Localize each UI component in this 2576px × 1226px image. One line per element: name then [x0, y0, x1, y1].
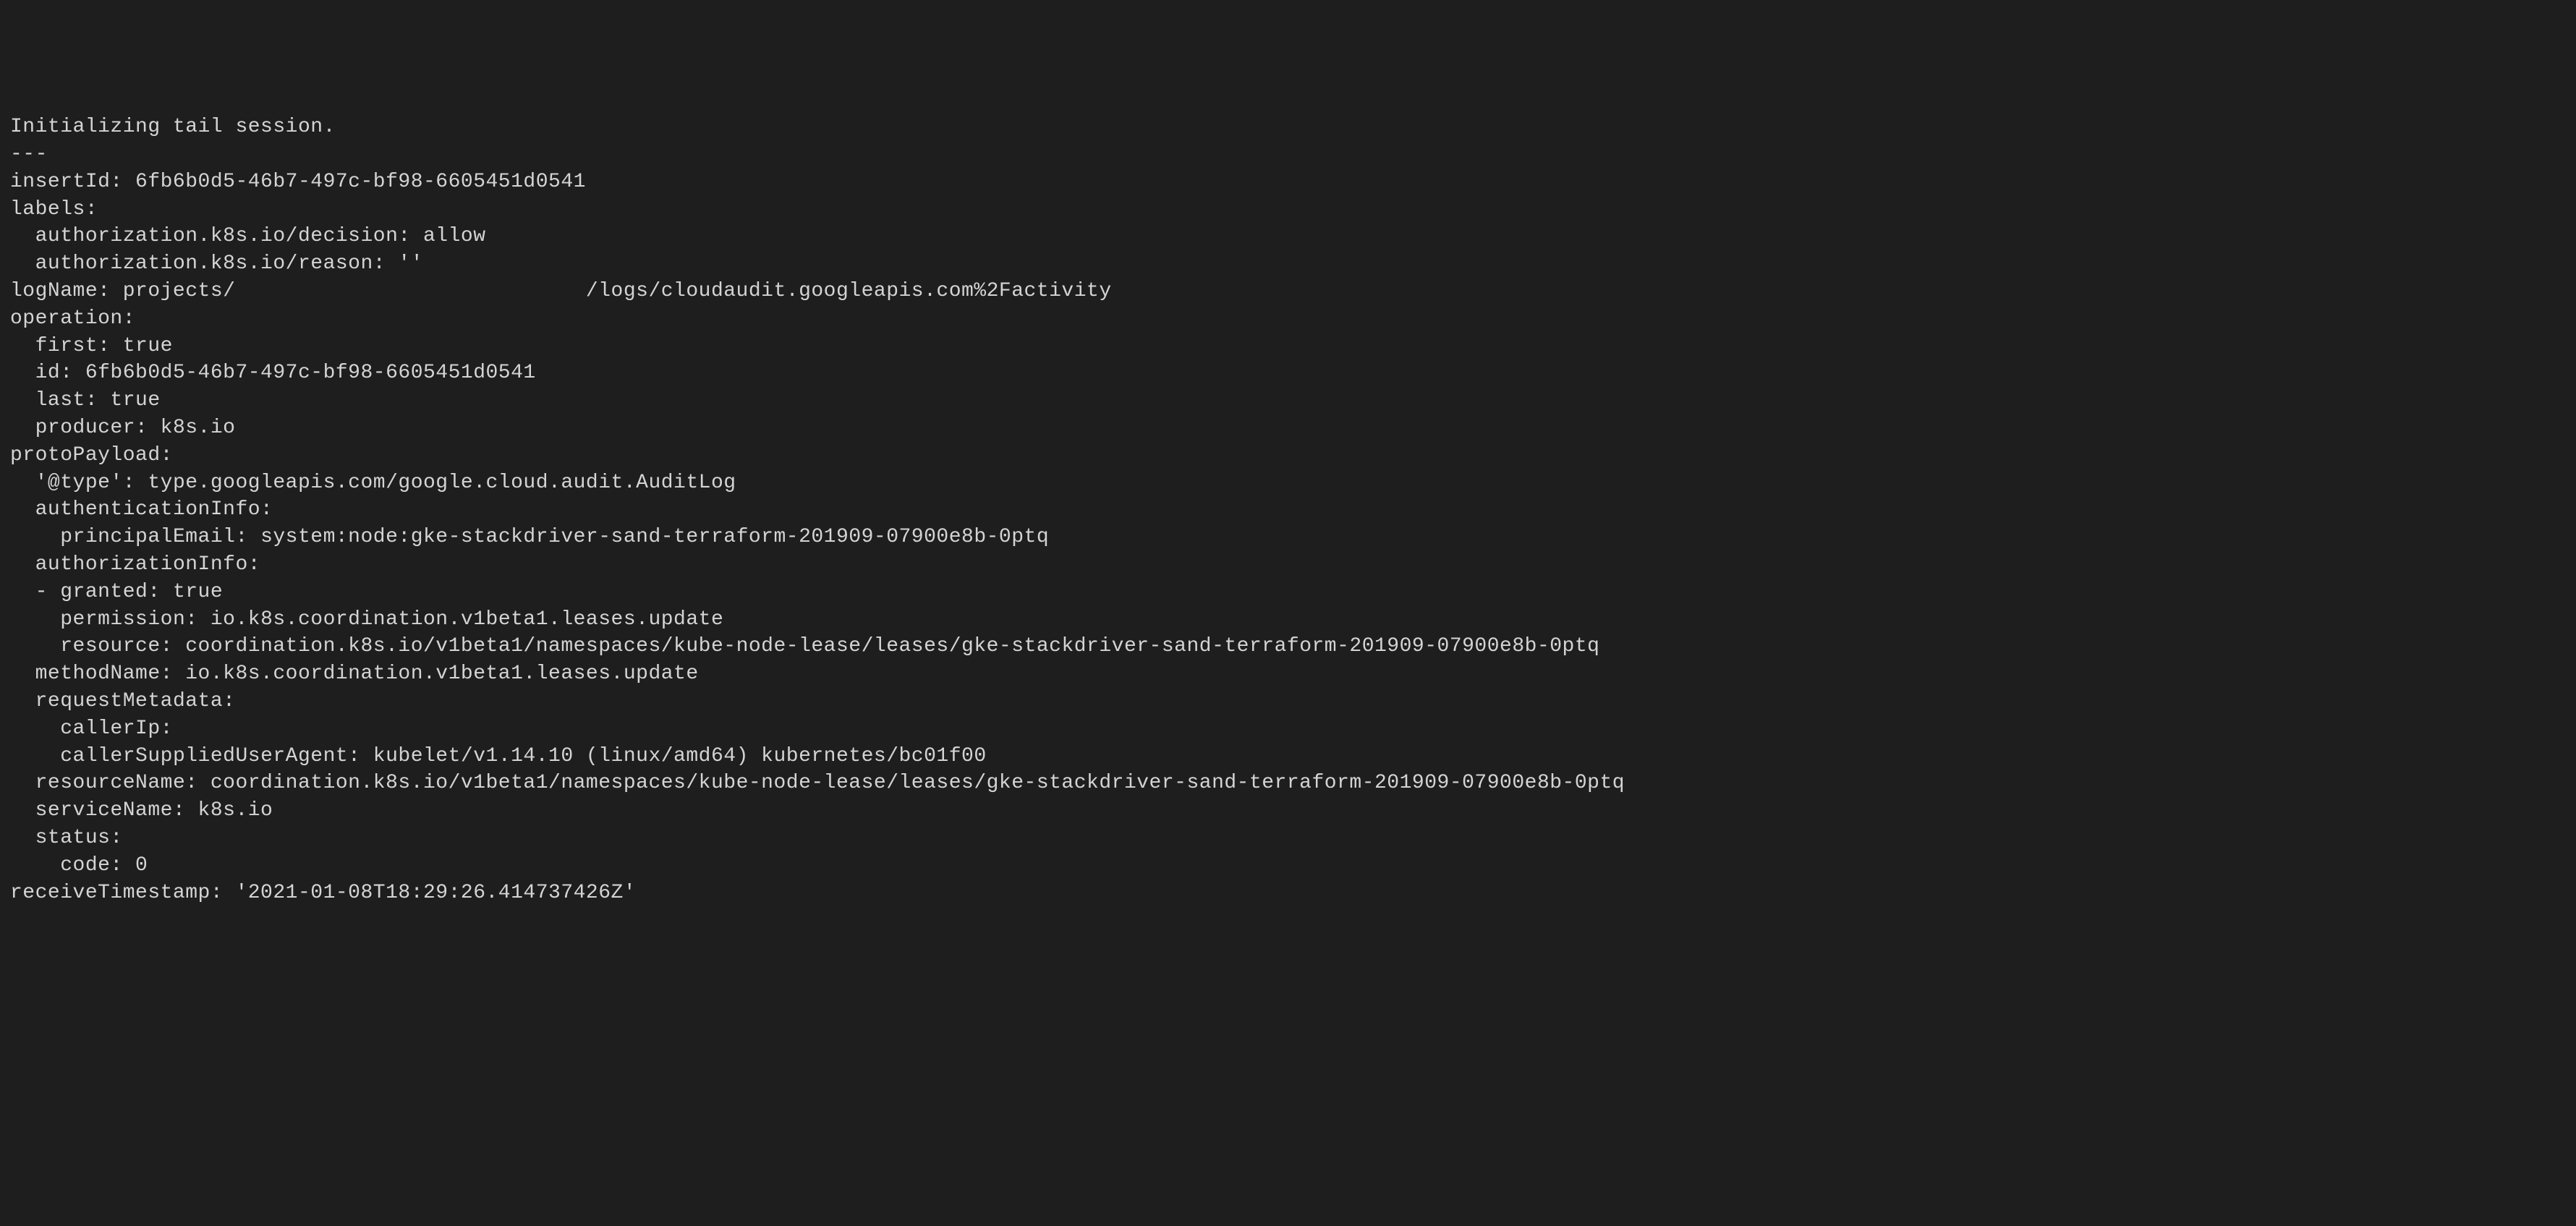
- terminal-output: Initializing tail session. --- insertId:…: [10, 114, 2566, 906]
